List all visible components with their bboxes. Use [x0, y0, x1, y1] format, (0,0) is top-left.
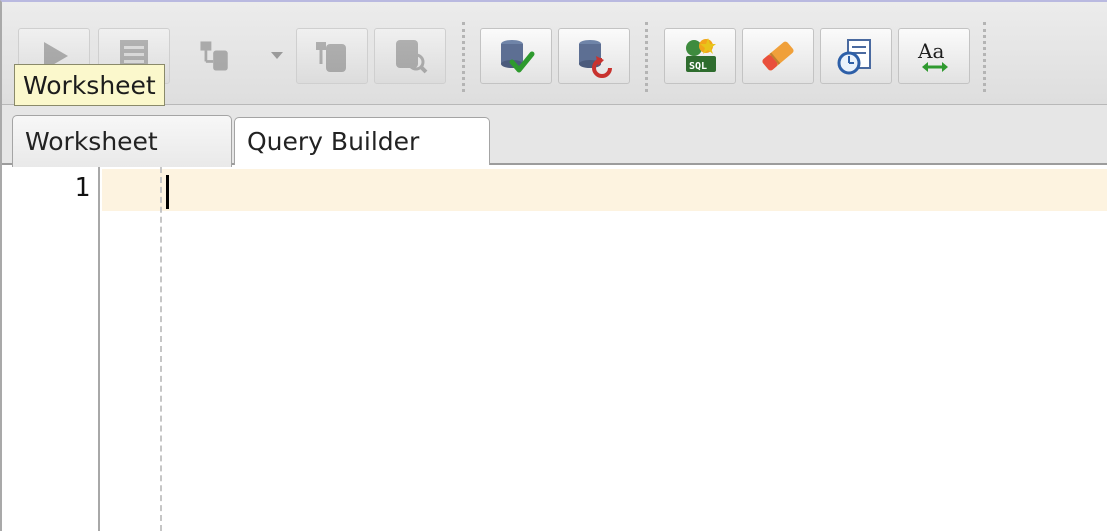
text-caret	[166, 175, 169, 209]
explain-plan-dropdown[interactable]	[270, 48, 284, 64]
autotrace-button[interactable]	[296, 28, 368, 84]
rollback-button[interactable]	[558, 28, 630, 84]
toolbar-separator	[645, 22, 648, 92]
chevron-down-icon	[271, 52, 283, 59]
fold-margin	[160, 167, 162, 531]
change-case-button[interactable]: Aa	[898, 28, 970, 84]
sql-editor[interactable]: 1	[2, 167, 1107, 531]
sql-tuning-advisor-button[interactable]	[374, 28, 446, 84]
sql-history-button[interactable]	[820, 28, 892, 84]
clear-button[interactable]	[742, 28, 814, 84]
toolbar-separator	[462, 22, 465, 92]
explain-plan-icon	[200, 41, 228, 71]
explain-plan-button[interactable]	[186, 28, 244, 84]
tab-query-builder[interactable]: Query Builder	[234, 117, 490, 165]
svg-text:SQL: SQL	[689, 61, 707, 72]
eraser-icon	[762, 41, 794, 71]
unshared-sql-worksheet-icon: SQL	[686, 38, 716, 72]
change-case-icon: Aa	[917, 39, 948, 72]
autotrace-icon	[316, 42, 346, 72]
sql-tuning-advisor-icon	[396, 40, 428, 74]
commit-button[interactable]	[480, 28, 552, 84]
commit-icon	[501, 40, 535, 73]
unshared-sql-worksheet-button[interactable]: SQL	[664, 28, 736, 84]
tooltip: Worksheet	[14, 64, 165, 106]
code-text[interactable]	[172, 175, 1072, 209]
worksheet-toolbar: SQL Aa	[2, 2, 1107, 105]
sql-history-icon	[837, 39, 871, 75]
svg-text:Aa: Aa	[917, 39, 944, 63]
line-number: 1	[74, 173, 90, 203]
rollback-icon	[579, 40, 612, 78]
line-number-gutter: 1	[2, 167, 100, 531]
toolbar-separator	[983, 22, 986, 92]
editor-tab-bar: Worksheet Query Builder	[2, 105, 1107, 167]
tab-worksheet[interactable]: Worksheet	[12, 115, 232, 167]
